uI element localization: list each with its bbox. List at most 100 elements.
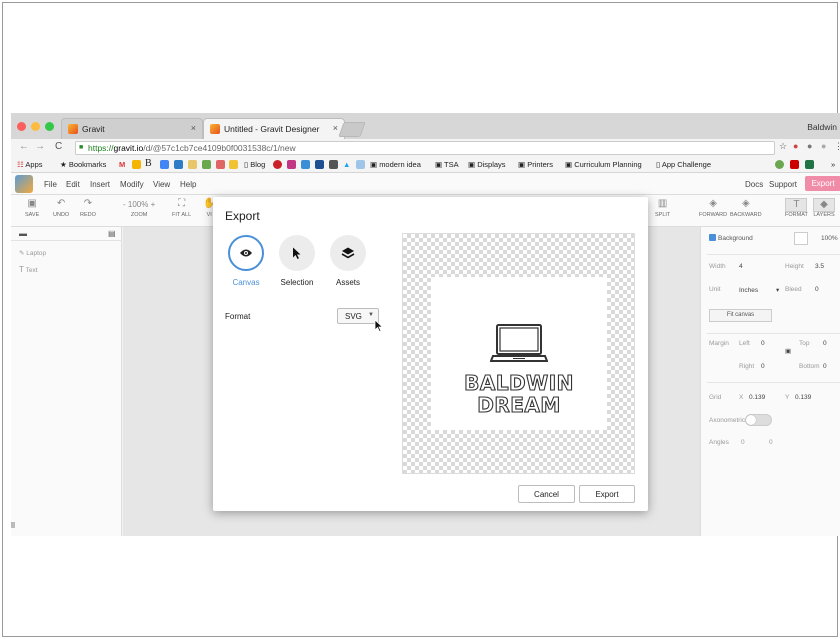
bookmark-blog[interactable]: ▯ Blog bbox=[244, 160, 265, 169]
save-tool[interactable]: ▣ SAVE bbox=[25, 198, 39, 218]
angle-b-field[interactable]: 0 bbox=[769, 439, 773, 446]
extension-icon[interactable]: ● bbox=[807, 141, 812, 151]
axonometric-toggle[interactable] bbox=[745, 414, 772, 426]
layers-tool[interactable]: ◆ LAYERS bbox=[813, 198, 835, 218]
bookmark-apps[interactable]: ☷ Apps bbox=[17, 160, 43, 169]
grid-y-field[interactable]: 0.139 bbox=[795, 394, 811, 401]
export-button[interactable]: Export bbox=[805, 176, 840, 191]
split-tool[interactable]: ▥ SPLIT bbox=[655, 198, 670, 218]
app-icon[interactable] bbox=[775, 160, 784, 169]
margin-right-field[interactable]: 0 bbox=[761, 363, 765, 370]
bookmark-folder-tsa[interactable]: ▣ TSA bbox=[435, 160, 459, 169]
height-field[interactable]: 3.5 bbox=[815, 263, 824, 270]
support-link[interactable]: Support bbox=[769, 180, 797, 189]
export-confirm-button[interactable]: Export bbox=[579, 485, 635, 503]
trash-icon[interactable]: ▤ bbox=[108, 229, 116, 238]
background-checkbox[interactable]: Background bbox=[709, 234, 753, 242]
bleed-field[interactable]: 0 bbox=[815, 286, 819, 293]
cancel-button[interactable]: Cancel bbox=[518, 485, 575, 503]
bookmark-bookmarks[interactable]: ★ Bookmarks bbox=[60, 160, 106, 169]
menu-insert[interactable]: Insert bbox=[90, 180, 110, 189]
bookmark-b[interactable]: B bbox=[145, 158, 152, 169]
calendar-icon[interactable] bbox=[160, 160, 169, 169]
tab-gravit[interactable]: Gravit × bbox=[61, 118, 203, 139]
app-icon[interactable] bbox=[301, 160, 310, 169]
menu-edit[interactable]: Edit bbox=[66, 180, 80, 189]
width-field[interactable]: 4 bbox=[739, 263, 743, 270]
lock-icon[interactable]: ▣ bbox=[785, 347, 791, 355]
angle-a-field[interactable]: 0 bbox=[741, 439, 745, 446]
app-icon[interactable] bbox=[315, 160, 324, 169]
format-icon: T bbox=[785, 198, 808, 212]
bookmark-folder-curriculum[interactable]: ▣ Curriculum Planning bbox=[565, 160, 642, 169]
app-icon[interactable] bbox=[202, 160, 211, 169]
twitter-icon[interactable]: ▲ bbox=[343, 160, 350, 169]
drive-icon[interactable] bbox=[132, 160, 141, 169]
menu-modify[interactable]: Modify bbox=[120, 180, 144, 189]
background-color-swatch[interactable] bbox=[794, 232, 808, 245]
margin-top-field[interactable]: 0 bbox=[823, 340, 827, 347]
menu-help[interactable]: Help bbox=[180, 180, 196, 189]
bookmark-folder-displays[interactable]: ▣ Displays bbox=[468, 160, 506, 169]
mode-assets[interactable]: Assets bbox=[323, 235, 373, 287]
trello-icon[interactable] bbox=[174, 160, 183, 169]
tab-close-icon[interactable]: × bbox=[333, 123, 338, 133]
maximize-window-icon[interactable] bbox=[45, 122, 54, 131]
profile-name[interactable]: Baldwin bbox=[807, 122, 837, 132]
angles-label: Angles bbox=[709, 439, 729, 446]
format-tool[interactable]: T FORMAT bbox=[785, 198, 808, 218]
zoom-tool[interactable]: - 100% + ZOOM bbox=[123, 198, 155, 218]
bookmarks-overflow[interactable]: » bbox=[831, 160, 835, 169]
forward-tool[interactable]: ◈ FORWARD bbox=[699, 198, 727, 218]
menu-file[interactable]: File bbox=[44, 180, 57, 189]
scrollbar[interactable] bbox=[11, 522, 15, 528]
url-field[interactable]: ■ https://gravit.io/d/@57c1cb7ce4109b0f0… bbox=[75, 141, 775, 155]
instagram-icon[interactable] bbox=[287, 160, 296, 169]
app-icon[interactable] bbox=[329, 160, 338, 169]
forward-icon[interactable]: → bbox=[35, 141, 45, 152]
back-icon[interactable]: ← bbox=[19, 141, 29, 152]
minimize-window-icon[interactable] bbox=[31, 122, 40, 131]
undo-tool[interactable]: ↶ UNDO bbox=[53, 198, 69, 218]
excel-icon[interactable] bbox=[805, 160, 814, 169]
format-select[interactable]: SVG ▼ bbox=[337, 308, 379, 324]
layer-item[interactable]: ✎ Laptop bbox=[19, 249, 46, 257]
fit-canvas-button[interactable]: Fit canvas bbox=[709, 309, 772, 322]
margin-bottom-field[interactable]: 0 bbox=[823, 363, 827, 370]
height-label: Height bbox=[785, 263, 804, 270]
pinterest-icon[interactable] bbox=[273, 160, 282, 169]
gravit-logo[interactable] bbox=[15, 175, 33, 193]
extension-icon[interactable]: ● bbox=[821, 141, 826, 151]
tab-gravit-designer[interactable]: Untitled - Gravit Designer × bbox=[203, 118, 345, 139]
app-icon[interactable] bbox=[229, 160, 238, 169]
folder-icon[interactable]: ▬ bbox=[19, 229, 27, 238]
bookmark-folder-printers[interactable]: ▣ Printers bbox=[518, 160, 553, 169]
opacity-value[interactable]: 100% bbox=[821, 235, 838, 242]
unit-select[interactable]: Inches ▾ bbox=[739, 286, 779, 294]
app-icon[interactable] bbox=[356, 160, 365, 169]
backward-tool[interactable]: ◈ BACKWARD bbox=[730, 198, 762, 218]
layer-item[interactable]: T Text bbox=[19, 265, 38, 274]
menu-more-icon[interactable]: ⋮ bbox=[834, 141, 840, 152]
menu-view[interactable]: View bbox=[153, 180, 170, 189]
gmail-icon[interactable]: M bbox=[119, 160, 125, 169]
unit-label: Unit bbox=[709, 286, 721, 293]
fit-all-tool[interactable]: ⛶ FIT ALL bbox=[172, 198, 191, 218]
grid-x-field[interactable]: 0.139 bbox=[749, 394, 765, 401]
mode-canvas[interactable]: Canvas bbox=[221, 235, 271, 287]
doc-icon[interactable] bbox=[188, 160, 197, 169]
close-window-icon[interactable] bbox=[17, 122, 26, 131]
docs-link[interactable]: Docs bbox=[745, 180, 763, 189]
extension-icon[interactable]: ● bbox=[793, 141, 798, 151]
margin-left-field[interactable]: 0 bbox=[761, 340, 765, 347]
mode-selection[interactable]: Selection bbox=[272, 235, 322, 287]
bookmark-folder-modern-idea[interactable]: ▣ modern idea bbox=[370, 160, 421, 169]
app-icon[interactable] bbox=[216, 160, 225, 169]
tab-close-icon[interactable]: × bbox=[191, 123, 196, 133]
redo-tool[interactable]: ↷ REDO bbox=[80, 198, 96, 218]
bookmark-app-challenge[interactable]: ▯ App Challenge bbox=[656, 160, 711, 169]
app-icon[interactable] bbox=[790, 160, 799, 169]
bookmark-star-icon[interactable]: ☆ bbox=[779, 141, 787, 152]
reload-icon[interactable]: C bbox=[55, 141, 62, 152]
new-tab-button[interactable] bbox=[338, 122, 366, 137]
